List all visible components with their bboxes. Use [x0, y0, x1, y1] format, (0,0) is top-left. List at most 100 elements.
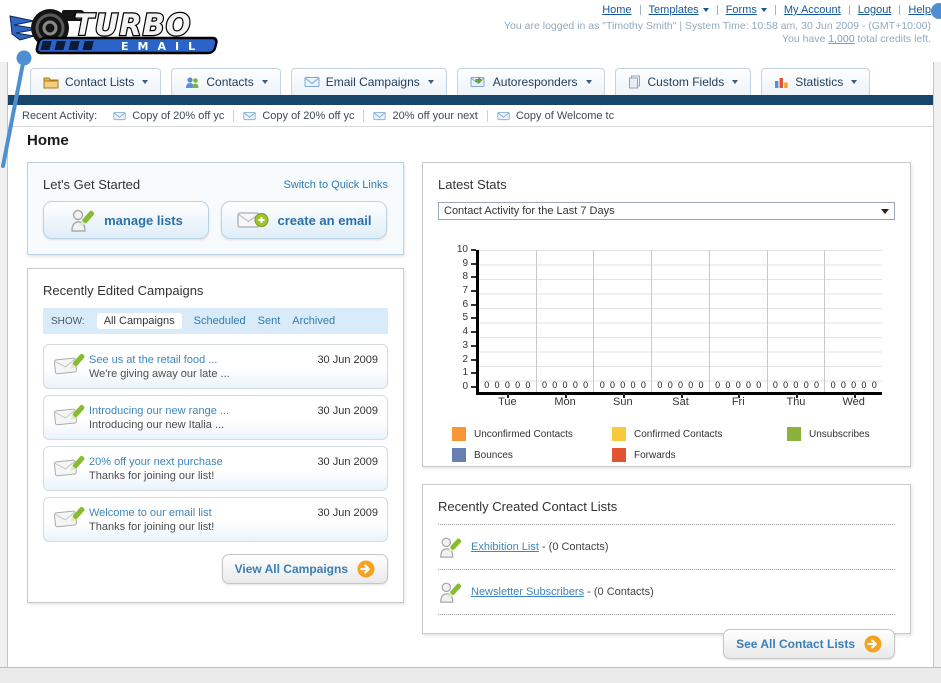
see-all-contact-lists-label: See All Contact Lists [736, 637, 855, 651]
legend-swatch [452, 448, 466, 462]
envelope-pencil-icon [53, 404, 85, 426]
tab-contacts[interactable]: Contacts [171, 68, 281, 95]
header-link-logout[interactable]: Logout [858, 4, 892, 16]
contact-list-item[interactable]: Newsletter Subscribers - (0 Contacts) [438, 576, 895, 608]
activity-separator [233, 109, 235, 122]
view-all-campaigns-button[interactable]: View All Campaigns [221, 554, 388, 584]
create-email-button[interactable]: create an email [221, 201, 387, 239]
chart-value-label: 0 [667, 380, 673, 390]
turbo-email-logo: TURBO EMAIL [8, 4, 244, 65]
campaign-subtitle: Thanks for joining our list! [89, 520, 215, 533]
campaign-title-link[interactable]: 20% off your next purchase [89, 456, 317, 468]
header-link-help[interactable]: Help [908, 4, 931, 16]
campaign-title-link[interactable]: See us at the retail food ... [89, 354, 317, 366]
arrow-right-circle-icon [864, 635, 882, 653]
campaign-date: 30 Jun 2009 [317, 507, 378, 519]
header-link-separator [639, 5, 641, 15]
chart-value-label: 0 [756, 380, 762, 390]
chart-value-label: 0 [830, 380, 836, 390]
view-all-campaigns-label: View All Campaigns [234, 562, 348, 576]
envelope-icon [243, 111, 256, 120]
chevron-down-icon [881, 208, 889, 214]
chart-y-tick: 8 [462, 272, 476, 282]
stats-dropdown[interactable]: Contact Activity for the Last 7 Days [438, 202, 895, 220]
tab-label: Email Campaigns [325, 75, 420, 89]
person-pencil-icon [71, 209, 95, 232]
recent-activity-label: Recent Activity: [22, 109, 98, 122]
recent-activity-item[interactable]: 20% off your next [373, 110, 478, 122]
credits-link[interactable]: 1,000 [828, 33, 854, 45]
latest-stats-title: Latest Stats [438, 177, 507, 192]
latest-stats-panel: Latest Stats Contact Activity for the La… [422, 162, 911, 467]
dotted-divider [438, 614, 895, 615]
chart-value-label: 0 [657, 380, 663, 390]
tab-email-campaigns[interactable]: Email Campaigns [290, 68, 447, 95]
tab-statistics[interactable]: Statistics [761, 68, 871, 95]
filter-archived[interactable]: Archived [292, 315, 335, 327]
contact-list-count: - (0 Contacts) [538, 541, 609, 553]
recent-activity-item[interactable]: Copy of Welcome tc [497, 110, 614, 122]
filter-scheduled[interactable]: Scheduled [194, 315, 246, 327]
chart-value-label: 0 [871, 380, 877, 390]
header-link-home[interactable]: Home [602, 4, 631, 16]
campaign-row[interactable]: Introducing our new range ... Introducin… [43, 395, 388, 440]
get-started-panel: Let's Get Started Switch to Quick Links … [27, 162, 404, 255]
legend-swatch [452, 427, 466, 441]
chart-value-label: 0 [504, 380, 510, 390]
envelope-icon [497, 111, 510, 120]
chart-day-group: 0 0 0 0 0 Tue [479, 250, 536, 408]
campaign-row[interactable]: Welcome to our email list Thanks for joi… [43, 497, 388, 542]
recent-activity-item[interactable]: Copy of 20% off yc [113, 110, 224, 122]
chart-plot: 0 0 0 0 0 Tue 0 0 0 0 0 Mon 0 0 0 0 0 Sun 0 0 0 0 0 Sat 0 0 0 0 0 Fri… [476, 250, 882, 408]
header-links: Home Templates Forms My Account Logout H… [504, 4, 931, 16]
header-link-forms[interactable]: Forms [726, 4, 767, 16]
chart-day-group: 0 0 0 0 0 Mon [535, 250, 594, 408]
chart-value-label: 0 [484, 380, 490, 390]
chevron-down-icon [261, 80, 268, 84]
chart-value-label: 0 [583, 380, 589, 390]
chart-value-label: 0 [851, 380, 857, 390]
header-link-my-account[interactable]: My Account [784, 4, 841, 16]
chart-value-label: 0 [725, 380, 731, 390]
header-link-templates[interactable]: Templates [649, 4, 709, 16]
tab-autoresponders[interactable]: Autoresponders [456, 68, 605, 95]
create-email-label: create an email [277, 212, 372, 228]
campaign-row[interactable]: 20% off your next purchase Thanks for jo… [43, 446, 388, 491]
manage-lists-button[interactable]: manage lists [43, 201, 209, 239]
envelope-pencil-icon [53, 353, 85, 375]
switch-quick-links-link[interactable]: Switch to Quick Links [283, 179, 388, 191]
manage-lists-label: manage lists [104, 212, 183, 228]
campaign-date: 30 Jun 2009 [317, 354, 378, 366]
campaign-title-link[interactable]: Introducing our new range ... [89, 405, 317, 417]
chart-legend: Unconfirmed Contacts Confirmed Contacts Un… [452, 427, 895, 462]
credits-text: You have 1,000 total credits left. [781, 33, 931, 45]
chart-day-group: 0 0 0 0 0 Fri [708, 250, 767, 408]
contact-list-link[interactable]: Newsletter Subscribers [471, 586, 584, 598]
contact-list-count: - (0 Contacts) [584, 586, 654, 598]
header: TURBO EMAIL Home Templates Forms My Acco… [0, 0, 941, 62]
page-title: Home [27, 132, 69, 149]
chart-value-label: 0 [620, 380, 626, 390]
recently-edited-campaigns-panel: Recently Edited Campaigns SHOW: All Camp… [27, 268, 404, 603]
logo-subtitle-text: EMAIL [121, 40, 204, 53]
tab-label: Statistics [795, 75, 844, 89]
statistics-icon [775, 77, 788, 88]
show-label: SHOW: [51, 315, 85, 327]
recent-activity-item[interactable]: Copy of 20% off yc [243, 110, 354, 122]
filter-sent[interactable]: Sent [258, 315, 281, 327]
see-all-contact-lists-button[interactable]: See All Contact Lists [723, 629, 895, 659]
campaign-title-link[interactable]: Welcome to our email list [89, 507, 317, 519]
left-gutter [0, 62, 8, 667]
contact-list-item[interactable]: Exhibition List - (0 Contacts) [438, 531, 895, 563]
campaign-row[interactable]: See us at the retail food ... We're givi… [43, 344, 388, 389]
tab-custom-fields[interactable]: Custom Fields [614, 68, 752, 95]
chart-value-label: 0 [783, 380, 789, 390]
dotted-divider [438, 524, 895, 525]
chart-value-label: 0 [813, 380, 819, 390]
filter-all-campaigns[interactable]: All Campaigns [96, 313, 182, 329]
chart-day-group: 0 0 0 0 0 Sun [593, 250, 651, 408]
chart-value-label: 0 [840, 380, 846, 390]
tab-contact-lists[interactable]: Contact Lists [30, 68, 162, 95]
contact-list-link[interactable]: Exhibition List [471, 541, 539, 553]
chart-value-label: 0 [572, 380, 578, 390]
